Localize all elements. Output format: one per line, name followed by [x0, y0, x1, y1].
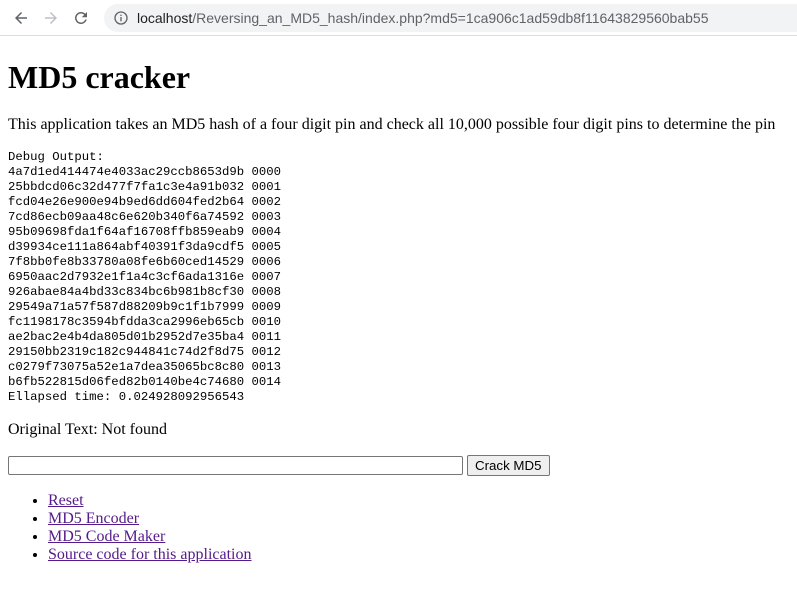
- crack-form: Crack MD5: [8, 455, 789, 476]
- md5-encoder-link[interactable]: MD5 Encoder: [48, 510, 139, 527]
- list-item: MD5 Encoder: [48, 510, 789, 528]
- list-item: Source code for this application: [48, 546, 789, 564]
- back-button[interactable]: [9, 6, 33, 30]
- list-item: MD5 Code Maker: [48, 528, 789, 546]
- md5-input[interactable]: [8, 456, 463, 475]
- reload-button[interactable]: [69, 6, 93, 30]
- reset-link[interactable]: Reset: [48, 492, 84, 509]
- page-title: MD5 cracker: [8, 59, 191, 95]
- arrow-right-icon: [42, 9, 60, 27]
- list-item: Reset: [48, 492, 789, 510]
- reload-icon: [72, 9, 90, 27]
- address-bar[interactable]: localhost/Reversing_an_MD5_hash/index.ph…: [104, 3, 797, 32]
- browser-toolbar: localhost/Reversing_an_MD5_hash/index.ph…: [0, 0, 797, 36]
- md5-code-maker-link[interactable]: MD5 Code Maker: [48, 528, 165, 545]
- original-text-result: Original Text: Not found: [8, 421, 168, 438]
- page-description: This application takes an MD5 hash of a …: [8, 116, 776, 133]
- forward-button[interactable]: [39, 6, 63, 30]
- url-path: /Reversing_an_MD5_hash/index.php?md5=1ca…: [192, 9, 709, 26]
- source-code-link[interactable]: Source code for this application: [48, 546, 252, 563]
- debug-output: Debug Output: 4a7d1ed414474e4033ac29ccb8…: [8, 150, 282, 404]
- arrow-left-icon: [12, 9, 30, 27]
- crack-md5-button[interactable]: Crack MD5: [467, 455, 550, 476]
- info-icon[interactable]: [113, 10, 129, 26]
- url-host: localhost: [137, 9, 193, 26]
- page-content: MD5 cracker This application takes an MD…: [0, 59, 797, 564]
- links-list: Reset MD5 Encoder MD5 Code Maker Source …: [8, 492, 789, 564]
